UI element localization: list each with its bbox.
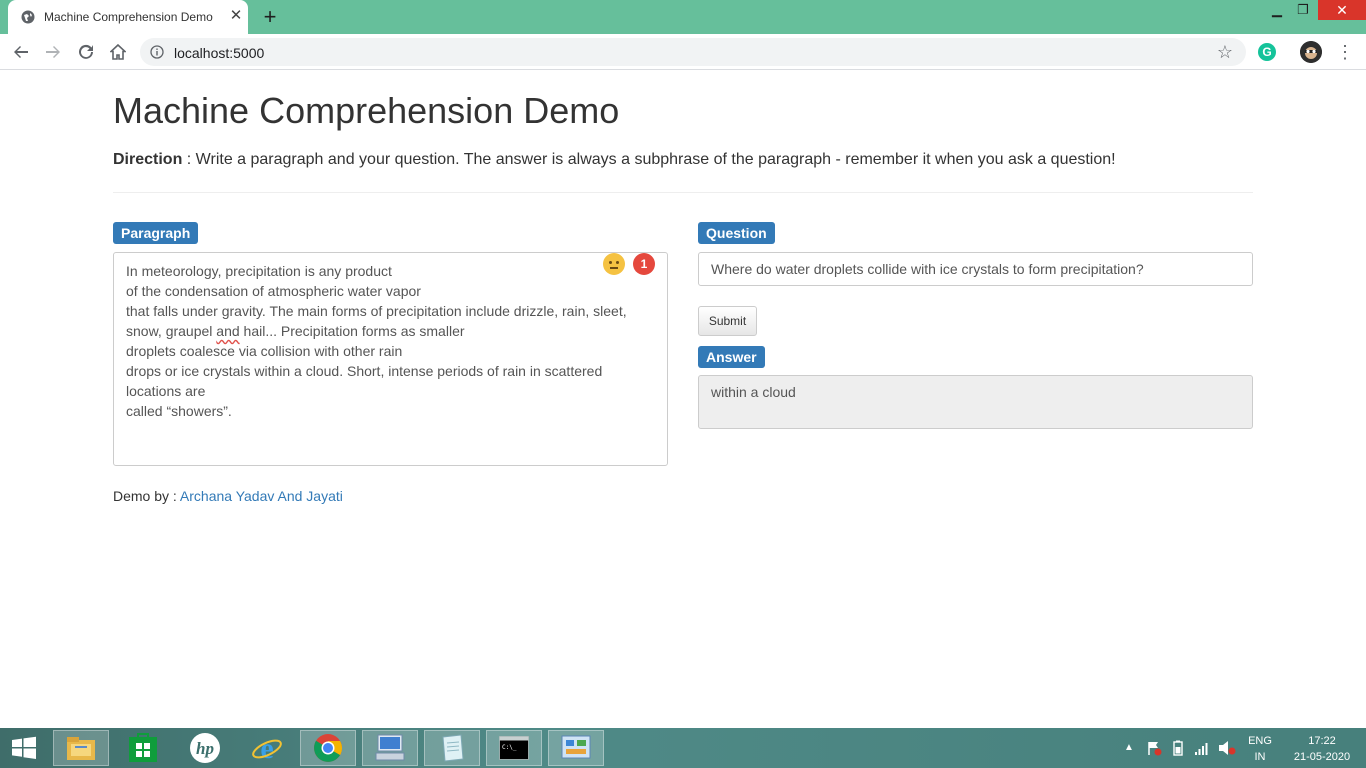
file-explorer-icon xyxy=(67,737,95,760)
clock-time: 17:22 xyxy=(1308,735,1336,747)
remote-desktop-icon xyxy=(375,734,405,761)
taskbar-store[interactable] xyxy=(115,730,171,766)
taskbar-command-prompt[interactable]: C:\_ xyxy=(486,730,542,766)
grammarly-tone-icon[interactable] xyxy=(603,253,625,275)
notepad-icon xyxy=(442,734,464,762)
globe-icon xyxy=(21,10,35,24)
clock-date: 21-05-2020 xyxy=(1293,751,1351,763)
profile-avatar-icon xyxy=(1300,41,1322,63)
url-text: localhost:5000 xyxy=(174,45,265,61)
browser-titlebar: Machine Comprehension Demo ✕ + ▁ ❐ ✕ xyxy=(0,0,1366,34)
direction-text: Direction : Write a paragraph and your q… xyxy=(113,151,1116,169)
input-language-indicator[interactable]: ENG IN xyxy=(1244,733,1276,765)
footer-prefix: Demo by : xyxy=(113,488,180,504)
hp-icon: hp xyxy=(190,733,220,763)
address-bar[interactable]: localhost:5000 ☆ xyxy=(140,38,1246,66)
tab-title: Machine Comprehension Demo xyxy=(44,10,213,24)
grammarly-issue-count[interactable]: 1 xyxy=(633,253,655,275)
taskbar-file-explorer[interactable] xyxy=(53,730,109,766)
store-icon xyxy=(129,733,157,762)
answer-label: Answer xyxy=(698,346,765,368)
svg-text:hp: hp xyxy=(196,739,214,758)
forward-arrow-icon xyxy=(46,46,60,58)
spelling-flagged-word[interactable]: and xyxy=(216,323,239,339)
bookmark-star-icon[interactable]: ☆ xyxy=(1216,43,1234,61)
command-prompt-icon: C:\_ xyxy=(499,736,529,760)
taskbar-chrome[interactable] xyxy=(300,730,356,766)
browser-toolbar: localhost:5000 ☆ xyxy=(0,34,1366,70)
taskbar-hp[interactable]: hp xyxy=(177,730,233,766)
language-code: ENG xyxy=(1248,735,1272,747)
submit-button[interactable]: Submit xyxy=(698,306,757,336)
authors-link[interactable]: Archana Yadav And Jayati xyxy=(180,488,343,504)
divider xyxy=(113,192,1253,193)
question-input[interactable]: Where do water droplets collide with ice… xyxy=(698,252,1253,286)
network-signal-icon[interactable] xyxy=(1194,740,1210,756)
window-close-button[interactable]: ✕ xyxy=(1318,0,1366,20)
battery-icon[interactable] xyxy=(1170,740,1186,756)
back-button[interactable] xyxy=(9,40,33,64)
reload-icon xyxy=(79,44,93,59)
profile-avatar[interactable] xyxy=(1300,41,1322,63)
answer-field: within a cloud xyxy=(698,375,1253,429)
browser-tab[interactable]: Machine Comprehension Demo ✕ xyxy=(8,0,248,34)
minimize-button[interactable]: ▁ xyxy=(1264,0,1290,22)
taskbar-remote-desktop[interactable] xyxy=(362,730,418,766)
windows-start-icon[interactable] xyxy=(8,736,40,760)
forward-button[interactable] xyxy=(41,40,65,64)
language-region: IN xyxy=(1254,751,1266,763)
internet-explorer-icon: e xyxy=(252,732,282,764)
new-tab-button[interactable]: + xyxy=(258,5,282,29)
windows-taskbar: hp e C:\_ ▲ ENG IN 17:22 21-05-2020 xyxy=(0,728,1366,768)
info-icon[interactable] xyxy=(150,45,164,59)
volume-muted-icon[interactable] xyxy=(1218,740,1236,756)
direction-body: : Write a paragraph and your question. T… xyxy=(182,151,1116,168)
emoji-eye xyxy=(616,261,619,264)
browser-menu-icon[interactable]: ⋮ xyxy=(1336,42,1354,62)
emoji-eye xyxy=(609,261,612,264)
direction-label: Direction xyxy=(113,151,183,168)
paragraph-label: Paragraph xyxy=(113,222,199,244)
restore-button[interactable]: ❐ xyxy=(1290,0,1316,22)
footer-credit: Demo by : Archana Yadav And Jayati xyxy=(113,488,343,504)
question-label: Question xyxy=(698,222,775,244)
action-center-flag-icon[interactable] xyxy=(1146,740,1162,756)
svg-text:C:\_: C:\_ xyxy=(502,744,517,751)
paragraph-textarea[interactable]: In meteorology, precipitation is any pro… xyxy=(113,252,668,466)
show-hidden-icons-chevron-icon[interactable]: ▲ xyxy=(1124,740,1134,756)
control-panel-icon xyxy=(561,735,591,759)
emoji-mouth xyxy=(610,267,618,269)
svg-text:e: e xyxy=(260,732,273,764)
page-title: Machine Comprehension Demo xyxy=(113,90,620,131)
grammarly-extension-icon[interactable]: G xyxy=(1258,43,1276,61)
home-button[interactable] xyxy=(106,40,130,64)
close-tab-icon[interactable]: ✕ xyxy=(228,8,244,24)
taskbar-notepad[interactable] xyxy=(424,730,480,766)
reload-button[interactable] xyxy=(74,40,98,64)
taskbar-control-panel[interactable] xyxy=(548,730,604,766)
taskbar-clock[interactable]: 17:22 21-05-2020 xyxy=(1284,733,1360,765)
back-arrow-icon xyxy=(14,46,28,58)
taskbar-internet-explorer[interactable]: e xyxy=(239,730,295,766)
chrome-icon xyxy=(314,734,342,762)
home-icon xyxy=(110,44,126,60)
